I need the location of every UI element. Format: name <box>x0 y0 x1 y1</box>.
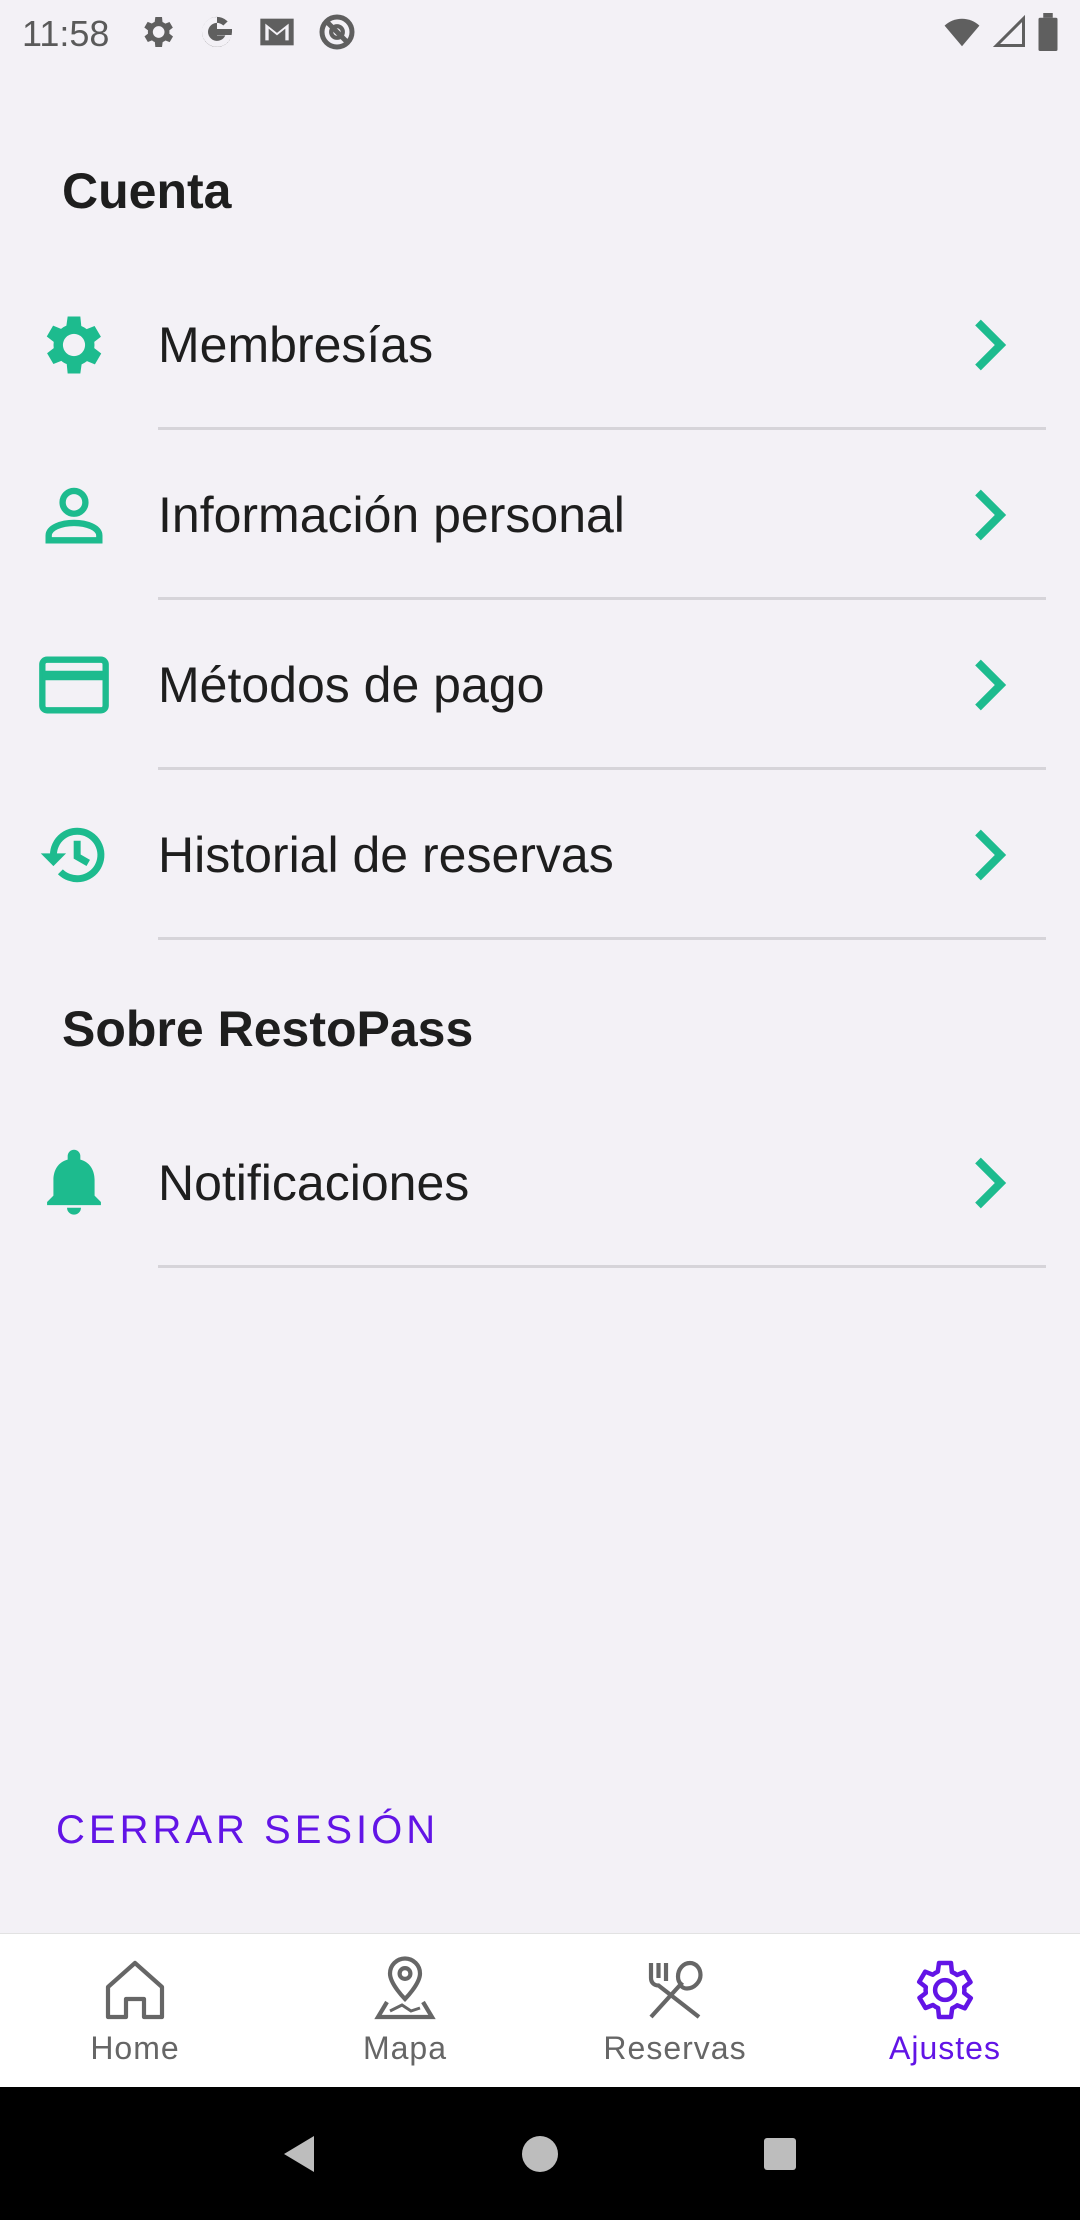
settings-icon <box>137 12 177 57</box>
settings-item-label: Historial de reservas <box>158 827 614 883</box>
fork-spoon-icon <box>648 1960 703 2019</box>
divider <box>158 1265 1046 1268</box>
wifi-icon <box>942 13 982 56</box>
settings-item-payment-methods[interactable]: Métodos de pago <box>0 600 1080 770</box>
nav-item-home[interactable]: Home <box>0 1934 270 2087</box>
settings-item-memberships[interactable]: Membresías <box>0 260 1080 430</box>
chevron-right-icon <box>975 319 1007 371</box>
home-circle-icon[interactable] <box>516 2130 564 2178</box>
credit-card-icon <box>36 647 112 723</box>
at-sign-icon <box>317 12 357 57</box>
gear-icon <box>36 307 112 383</box>
section-title-about: Sobre RestoPass <box>62 1001 474 1057</box>
nav-label: Mapa <box>362 2030 448 2066</box>
system-nav-bar <box>0 2087 1080 2220</box>
status-time: 11:58 <box>22 13 110 54</box>
bell-icon <box>36 1145 112 1221</box>
settings-item-label: Membresías <box>158 317 434 373</box>
signal-icon <box>992 13 1028 56</box>
chevron-right-icon <box>975 829 1007 881</box>
battery-icon <box>1038 12 1058 56</box>
nav-label: Reservas <box>603 2030 747 2066</box>
logout-button[interactable]: CERRAR SESIÓN <box>56 1808 439 1853</box>
nav-item-reservations[interactable]: Reservas <box>540 1934 810 2087</box>
divider <box>158 937 1046 940</box>
settings-item-notifications[interactable]: Notificaciones <box>0 1098 1080 1268</box>
map-pin-icon <box>374 1956 436 2020</box>
history-icon <box>36 817 112 893</box>
status-icons-left <box>137 12 357 57</box>
bottom-nav: Home Mapa Reservas Ajustes <box>0 1933 1080 2087</box>
back-icon[interactable] <box>276 2130 324 2178</box>
settings-item-personal-info[interactable]: Información personal <box>0 430 1080 600</box>
chevron-right-icon <box>975 1157 1007 1209</box>
home-icon <box>105 1960 165 2020</box>
settings-item-label: Notificaciones <box>158 1155 470 1211</box>
chevron-right-icon <box>975 489 1007 541</box>
settings-item-label: Métodos de pago <box>158 657 545 713</box>
nav-item-settings[interactable]: Ajustes <box>810 1934 1080 2087</box>
status-bar: 11:58 <box>0 0 1080 68</box>
nav-label: Home <box>90 2030 180 2066</box>
section-title-account: Cuenta <box>62 163 232 219</box>
gmail-icon <box>257 12 297 57</box>
gear-icon <box>916 1960 974 2020</box>
person-icon <box>36 477 112 553</box>
google-icon <box>197 12 237 57</box>
nav-label: Ajustes <box>889 2030 1001 2066</box>
nav-item-map[interactable]: Mapa <box>270 1934 540 2087</box>
settings-item-label: Información personal <box>158 487 625 543</box>
recents-icon[interactable] <box>756 2130 804 2178</box>
settings-screen: 11:58 Cuenta Membresías Información pers… <box>0 0 1080 2220</box>
chevron-right-icon <box>975 659 1007 711</box>
status-icons-right <box>942 12 1058 56</box>
settings-item-reservation-history[interactable]: Historial de reservas <box>0 770 1080 940</box>
